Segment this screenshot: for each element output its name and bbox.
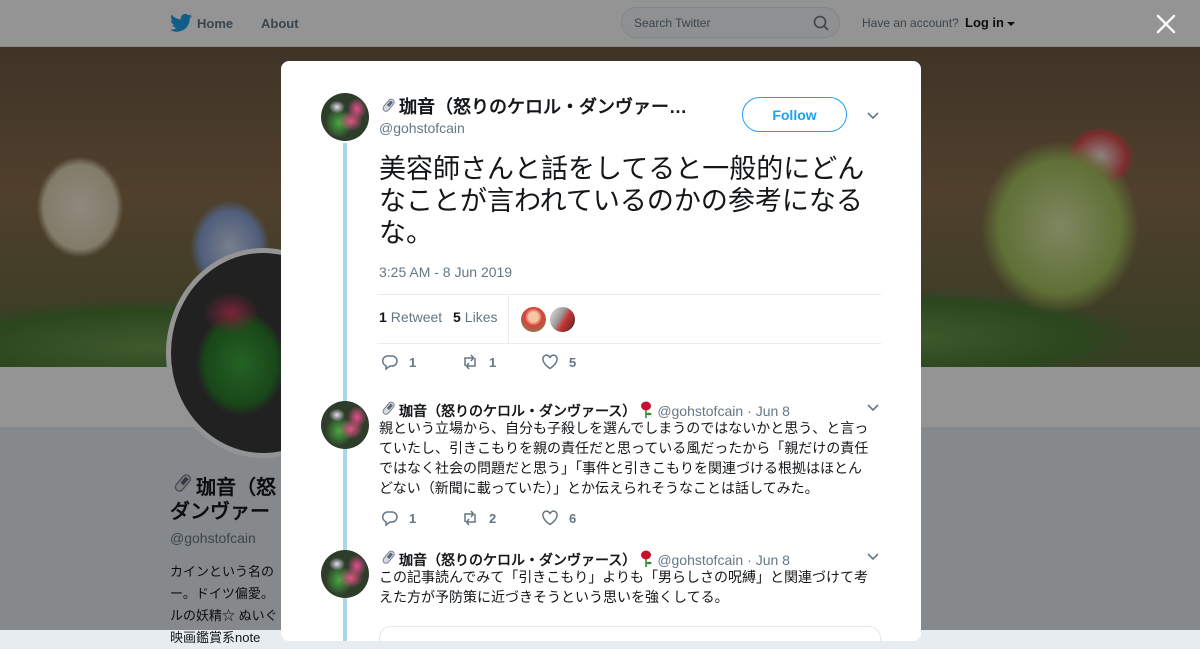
likes-label: Likes [464,309,498,325]
tweet-text: 美容師さんと話をしてると一般的にどんなことが言われているのかの参考になるな。 [379,154,865,248]
author-name[interactable]: 珈音（怒りのケロル・ダンヴァー… [379,93,709,119]
reply-count: 1 [409,355,417,370]
retweet-count-action: 2 [489,511,497,526]
retweet-action[interactable]: 2 [461,509,496,529]
pin-emoji-icon [382,550,395,564]
author-handle[interactable]: @gohstofcain [379,120,465,136]
retweet-count-action: 1 [489,355,497,370]
author-avatar[interactable] [321,93,369,141]
stats-divider [508,295,509,343]
like-action[interactable]: 5 [541,353,576,373]
author-name-text: 珈音（怒りのケロル・ダンヴァー… [399,97,687,117]
retweet-count: 1 [379,309,387,325]
tweet-actions: 1 1 5 [381,353,681,373]
retweet-action[interactable]: 1 [461,353,496,373]
retweet-label: Retweet [390,309,443,325]
reply-author-name[interactable]: 珈音（怒りのケロル・ダンヴァース） [399,403,636,419]
reply-author-avatar[interactable] [321,550,369,598]
liker-avatar[interactable] [520,306,547,333]
tweet-stats: 1 Retweet 5 Likes [377,294,881,344]
pin-emoji-icon [382,98,395,112]
like-action[interactable]: 6 [541,509,576,529]
reply-action[interactable]: 1 [381,509,416,529]
reply-author-avatar[interactable] [321,401,369,449]
reply-text: 親という立場から、自分も子殺しを選んでしまうのではないかと思う、と言っていたし、… [379,420,869,496]
reply-date[interactable]: · Jun 8 [747,403,790,419]
liker-avatar[interactable] [549,306,576,333]
reply-count: 1 [409,511,417,526]
retweet-icon [464,354,476,370]
reply-text: この記事読んでみて「引きこもり」よりも「男らしさの呪縛」と関連づけて考えた方が予… [379,569,869,605]
reply-icon [381,355,398,371]
tweet-modal: 珈音（怒りのケロル・ダンヴァー… @gohstofcain Follow 美容師… [281,61,921,641]
reply-actions: 1 2 6 [381,509,681,529]
bio-line: 映画鑑賞系note [170,630,261,645]
heart-icon [542,510,558,526]
chevron-down-icon[interactable] [867,404,879,412]
rose-emoji-icon [641,401,652,418]
follow-button[interactable]: Follow [742,97,847,132]
pin-emoji-icon [382,401,395,415]
like-count: 5 [569,355,577,370]
likes-count: 5 [453,309,461,325]
chevron-down-icon[interactable] [867,553,879,561]
retweet-stat[interactable]: 1 Retweet [379,309,442,325]
reply-action[interactable]: 1 [381,353,416,373]
rose-emoji-icon [641,550,652,567]
likes-stat[interactable]: 5 Likes [453,309,497,325]
reply-date[interactable]: · Jun 8 [747,552,790,568]
retweet-icon [464,510,476,526]
like-count: 6 [569,511,577,526]
link-card[interactable] [379,626,881,641]
chevron-down-icon[interactable] [867,112,879,120]
reply-author-name[interactable]: 珈音（怒りのケロル・ダンヴァース） [399,552,636,568]
reply-handle[interactable]: @gohstofcain [657,403,743,419]
close-icon[interactable] [1155,13,1177,35]
reply-handle[interactable]: @gohstofcain [657,552,743,568]
tweet-timestamp[interactable]: 3:25 AM - 8 Jun 2019 [379,264,512,280]
reply-icon [381,511,398,527]
heart-icon [542,354,558,370]
